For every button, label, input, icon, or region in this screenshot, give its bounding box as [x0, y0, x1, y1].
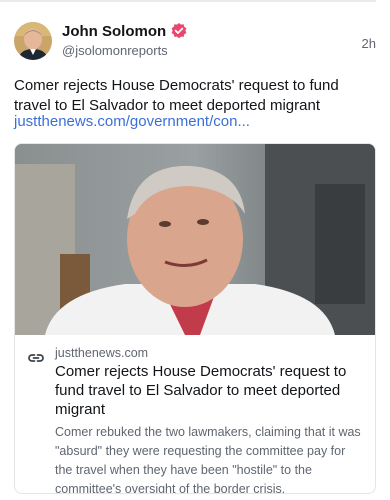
card-description: Comer rebuked the two lawmakers, claimin…: [55, 425, 361, 494]
link-preview-card[interactable]: justthenews.com Comer rejects House Demo…: [14, 143, 376, 494]
post-header: John Solomon @jsolomonreports 2h: [14, 22, 376, 62]
verified-badge-icon: [170, 22, 188, 40]
card-image[interactable]: [15, 144, 375, 335]
card-title[interactable]: Comer rejects House Democrats' request t…: [55, 362, 361, 419]
avatar[interactable]: [14, 22, 52, 60]
author-block: John Solomon @jsolomonreports: [62, 22, 376, 58]
author-handle[interactable]: @jsolomonreports: [62, 43, 376, 58]
card-domain: justthenews.com: [55, 346, 149, 360]
post-text: Comer rejects House Democrats' request t…: [14, 77, 339, 114]
link-icon: [27, 349, 45, 367]
post-link[interactable]: justthenews.com/government/con...: [14, 112, 250, 132]
card-body: justthenews.com Comer rejects House Demo…: [15, 335, 375, 494]
top-divider: [0, 0, 376, 2]
post-timestamp[interactable]: 2h: [362, 36, 376, 51]
author-name[interactable]: John Solomon: [62, 23, 166, 40]
